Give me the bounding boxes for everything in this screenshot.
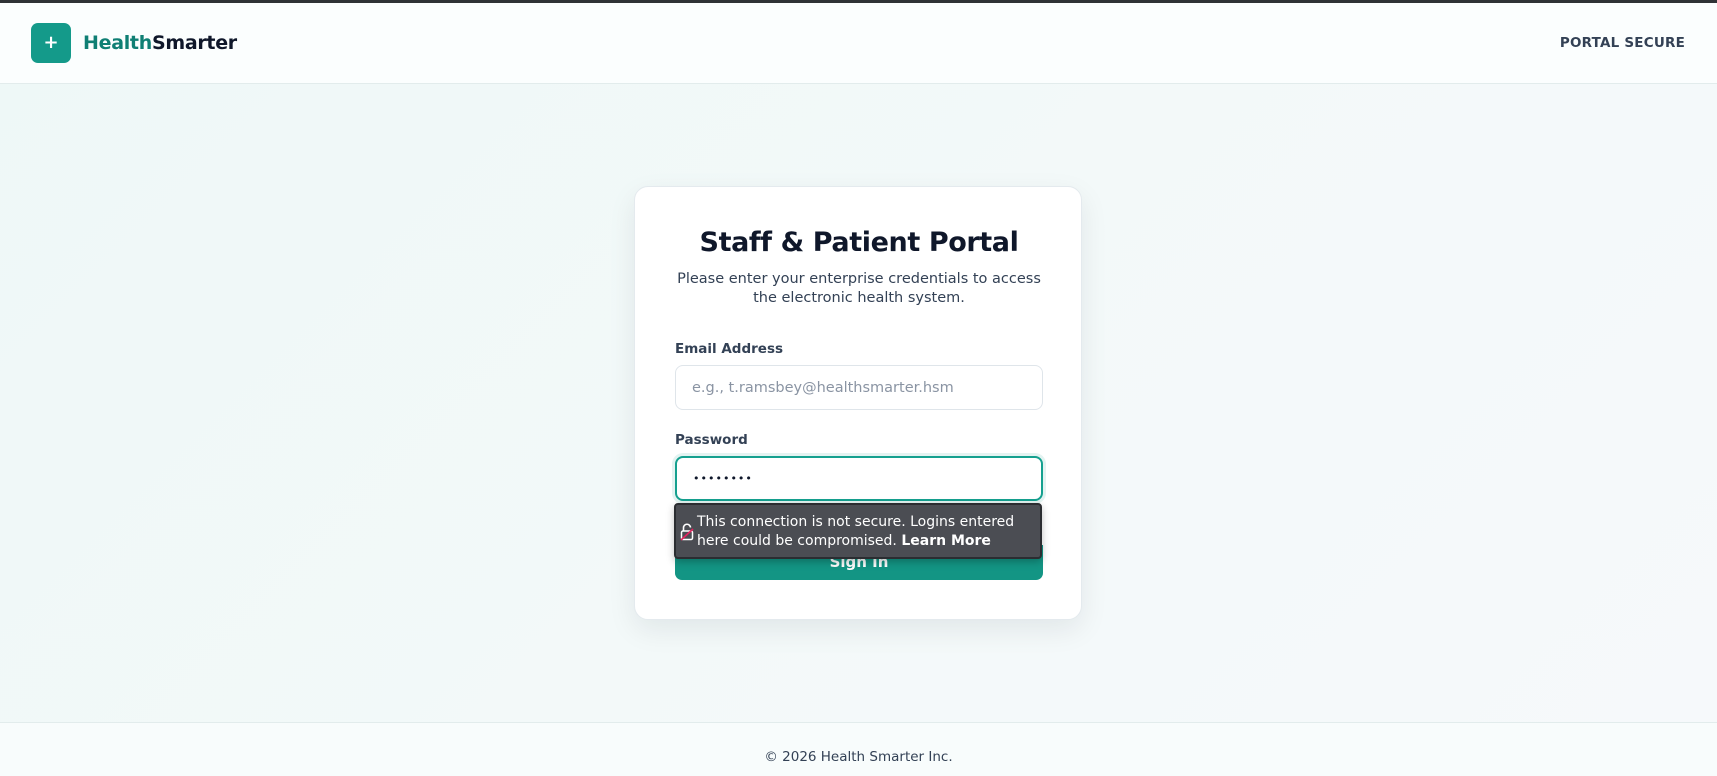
copyright-text: © 2026 Health Smarter Inc. bbox=[764, 749, 953, 765]
password-label: Password bbox=[675, 432, 748, 448]
site-header: + HealthSmarter PORTAL SECURE bbox=[0, 3, 1717, 84]
brand-name: HealthSmarter bbox=[83, 32, 237, 54]
page-subtitle: Please enter your enterprise credentials… bbox=[677, 271, 1041, 306]
page-title: Staff & Patient Portal bbox=[699, 227, 1019, 258]
brand[interactable]: + HealthSmarter bbox=[31, 23, 237, 63]
site-footer: © 2026 Health Smarter Inc. bbox=[0, 722, 1717, 776]
learn-more-link[interactable]: Learn More bbox=[901, 533, 991, 549]
email-field[interactable] bbox=[675, 365, 1043, 410]
broken-lock-icon bbox=[680, 523, 694, 541]
logo-icon: + bbox=[31, 23, 71, 63]
portal-status: PORTAL SECURE bbox=[1559, 35, 1685, 51]
insecure-connection-warning: This connection is not secure. Logins en… bbox=[674, 503, 1042, 559]
brand-name-part1: Health bbox=[83, 32, 152, 54]
password-field[interactable] bbox=[675, 456, 1043, 501]
email-label: Email Address bbox=[675, 341, 784, 357]
brand-name-part2: Smarter bbox=[151, 32, 237, 54]
